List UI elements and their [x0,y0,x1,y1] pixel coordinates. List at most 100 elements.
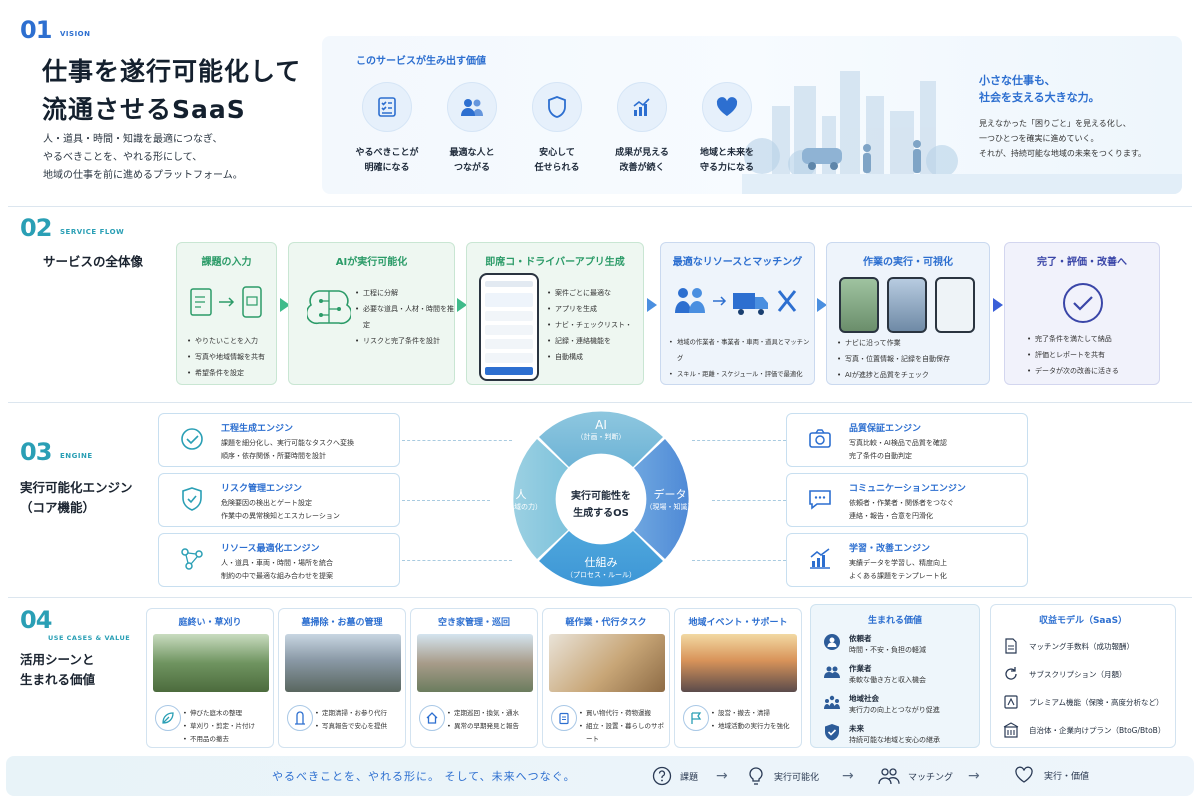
flow-bullet-cont: 自動構成 [555,353,583,361]
package-photo [549,634,665,692]
vision-text-line: 見えなかった「困りごと」を見える化し、 [979,119,1131,128]
usecase-card-errand[interactable]: 軽作業・代行タスク 買い物代行・荷物運搬 組立・設置・暮らしのサポート [542,608,670,748]
connector-line [712,500,786,501]
vision-right-text: 見えなかった「困りごと」を見える化し、 一つひとつを確実に進めていく。 それが、… [979,116,1146,161]
document-icon [1005,638,1017,654]
footer-step-value: 実行・価値 [1014,766,1089,784]
title-line: 生まれる価値 [20,672,96,687]
engine-section-title: 実行可能化エンジン （コア機能） [20,478,133,518]
value-label: 明確になる [364,163,410,173]
title-line: （コア機能） [20,500,96,515]
value-panel-title: 生まれる価値 [867,616,922,626]
ring-label-system: 仕組み （プロセス・ルール） [551,554,651,580]
phone-nav-screen [839,277,879,333]
usecase-card-vacant-house[interactable]: 空き家管理・巡回 定期巡回・換気・通水 異常の早期発見と報告 [410,608,538,748]
usecase-title: 軽作業・代行タスク [565,618,647,628]
usecase-title: 地域イベント・サポート [688,618,788,628]
footer-step-matching: マッチング [878,766,953,786]
flow-bullet: リスクと完了条件を設計 [355,333,454,349]
revenue-row: サブスクリプション（月額） [1003,666,1163,682]
value-label: 安心して [539,148,575,158]
flow-step-complete: 完了・評価・改善へ 完了条件を満たして納品 評価とレポートを共有 データが次の改… [1004,242,1160,385]
footer-step-enable: 実行可能化 [746,766,819,786]
footer-tagline: やるべきことを、やれる形に。 そして、未来へつなぐ。 [272,770,576,783]
flow-bullet: 希望条件を設定 [187,365,265,381]
engine-bullet: 写真比較・AI検品で品質を確認 [849,439,947,447]
value-row-title: 未来 [849,724,864,733]
usecase-bullet: 写真報告で安心を提供 [315,720,387,733]
shield-check-icon [182,487,202,511]
value-item-connect: 最適な人と つながる [437,82,507,176]
segment-subtitle: （計画・判断） [576,433,626,441]
clipboard-icon [551,705,577,731]
usecase-bullet: 異常の早期発見と報告 [447,720,519,733]
value-row-desc: 柔軟な働き方と収入機会 [849,676,926,684]
phone-map-screen [935,277,975,333]
engine-bullet: 依頼者・作業者・関係者をつなぐ [849,499,954,507]
flow-bullet: 完了条件を満たして納品 [1027,331,1119,347]
desc-line: やるべきことを、やれる形にして、 [43,152,203,163]
event-photo [681,634,797,692]
section-label-flow: SERVICE FLOW [60,228,125,236]
value-row-desc: 持続可能な地域と安心の継承 [849,736,940,744]
people-icon [447,82,497,132]
flow-step-title: 作業の実行・可視化 [863,257,953,268]
flow-step-title: 課題の入力 [201,257,252,268]
title-line-2: 流通させるSaaS [42,95,246,124]
usecase-card-garden[interactable]: 庭終い・草刈り 伸びた庭木の整理 草刈り・剪定・片付け 不用品の撤去 [146,608,274,748]
segment-title: 人 [515,488,527,501]
gravestone-icon [287,705,313,731]
usecase-card-grave[interactable]: 墓掃除・お墓の管理 定期清掃・お参り代行 写真報告で安心を提供 [278,608,406,748]
engine-title: リスク管理エンジン [221,484,303,494]
usecase-bullet: 定期巡回・換気・通水 [447,707,519,720]
engine-title: リソース最適化エンジン [221,544,320,554]
flow-bullet: 工程に分解 [355,285,454,301]
title-line-1: 仕事を遂行可能化して [42,57,302,86]
flow-bullet: 写真・位置情報・記録を自動保存 [837,351,950,367]
question-circle-icon [652,766,672,786]
engine-communication: コミュニケーションエンジン 依頼者・作業者・関係者をつなぐ 連絡・報告・合意を円… [786,473,1028,527]
flow-bullet: 地域の作業者・事業者・車両・道具とマッチング [669,335,814,367]
revenue-row: マッチング手数料（成功報酬） [1003,638,1163,654]
house-photo [417,634,533,692]
engine-bullet: 危険要因の検出とゲート設定 [221,499,312,507]
engine-bullet: 順序・依存関係・所要時間を設計 [221,452,326,460]
engine-quality: 品質保証エンジン 写真比較・AI検品で品質を確認 完了条件の自動判定 [786,413,1028,467]
garden-photo [153,634,269,692]
usecase-card-event[interactable]: 地域イベント・サポート 設営・撤去・清掃 地域活動の実行力を強化 [674,608,802,748]
usecase-title: 空き家管理・巡回 [437,618,510,628]
people-icon [878,768,900,785]
camera-icon [809,429,831,448]
flow-arrow-icon [993,298,1003,312]
flow-bullet: 写真や地域情報を共有 [187,349,265,365]
engine-bullet: よくある課題をテンプレート化 [849,572,947,580]
chat-bubble-icon [809,490,831,510]
title-line: 活用シーンと [20,652,95,667]
flag-icon [683,705,709,731]
segment-title: AI [595,418,607,432]
lightbulb-icon [749,767,763,785]
vision-text-line: 一つひとつを確実に進めていく。 [979,134,1099,143]
connector-line [402,500,490,501]
heart-icon [702,82,752,132]
value-item-trust: 安心して 任せられる [522,82,592,176]
heart-icon [1015,766,1033,783]
flow-step-input: 課題の入力 やりたいことを入力 写真や地域情報を共有 希望条件を設定 [176,242,277,385]
check-circle-icon [181,428,203,450]
person-icon [824,634,840,650]
value-label: 守る力になる [699,163,754,173]
ring-label-data: データ （現場・知識） [630,486,710,512]
flow-bullet: 評価とレポートを共有 [1027,347,1119,363]
flow-bullet: スキル・距離・スケジュール・評価で最適化 [669,367,814,383]
section-divider [8,206,1192,207]
matching-icons [675,288,797,315]
value-label: つながる [453,163,490,173]
tagline-line: 社会を支える大きな力。 [979,91,1100,104]
tagline-line: 小さな仕事も、 [979,74,1056,87]
engine-resource: リソース最適化エンジン 人・道具・車両・時間・場所を統合 制約の中で最適な組み合… [158,533,400,587]
workers-icon [824,666,840,678]
footer-step-issue: 課題 [652,766,698,786]
value-row-title: 依頼者 [849,634,872,643]
usecase-title: 庭終い・草刈り [178,618,242,628]
value-item-clarity: やるべきことが 明確になる [352,82,422,176]
